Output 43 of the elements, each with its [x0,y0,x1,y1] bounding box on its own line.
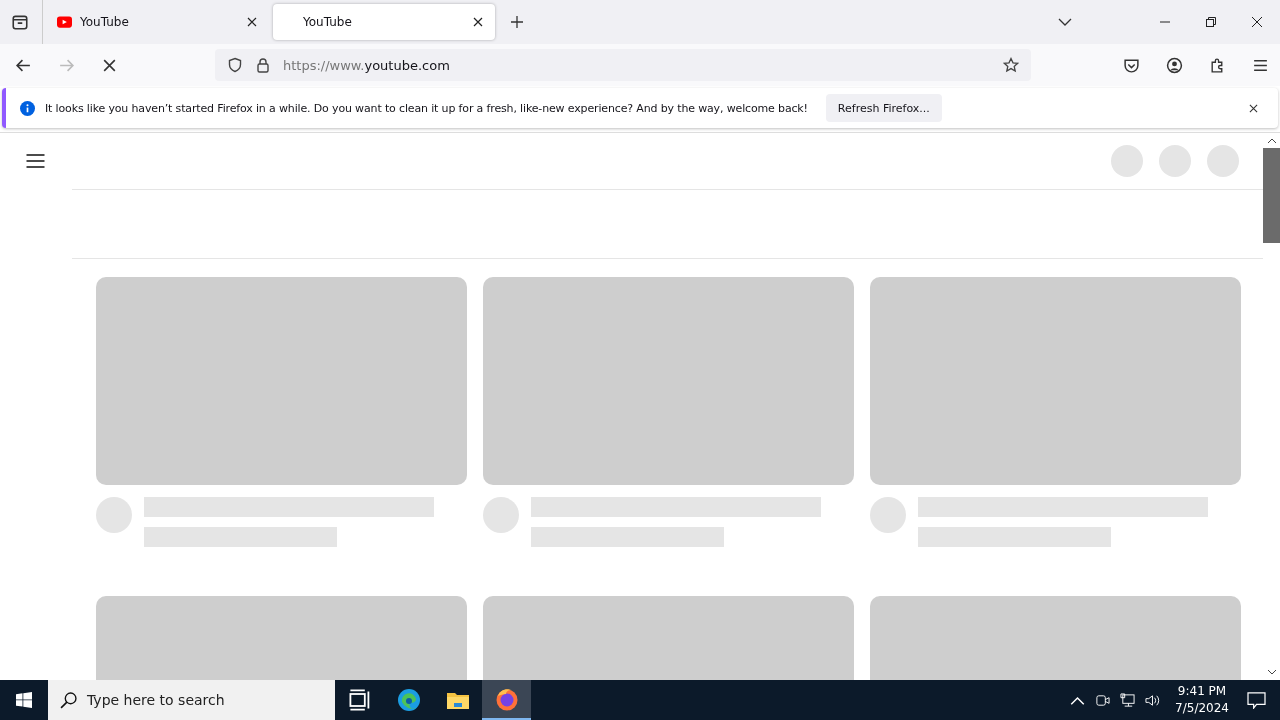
info-icon [20,100,35,116]
start-icon[interactable] [16,692,32,708]
tab-title: YouTube [303,15,353,29]
chevron-down-icon[interactable] [1058,18,1072,26]
placeholder-circle [1207,145,1239,177]
browser-tab[interactable]: YouTube [273,4,495,40]
star-icon[interactable] [1003,57,1019,73]
close-icon[interactable] [473,17,483,27]
new-tab-icon[interactable] [511,16,523,28]
address-bar[interactable]: https://www.youtube.com [215,49,1031,81]
search-icon [60,691,77,709]
volume-icon[interactable] [1145,692,1161,708]
close-icon[interactable] [247,17,257,27]
browser-icon [396,688,421,712]
restore-icon[interactable] [1206,17,1216,27]
notifications-icon[interactable] [1247,691,1266,709]
taskbar-search-field[interactable]: Type here to search [48,680,335,720]
browser-tab[interactable]: YouTube [47,4,269,40]
avatar-placeholder [870,497,906,533]
account-icon[interactable] [1166,56,1183,74]
firefox-icon [494,687,519,711]
tab-list-icon[interactable] [11,13,29,31]
network-icon[interactable] [1120,692,1136,708]
close-icon[interactable] [1249,103,1258,113]
scrollbar-thumb[interactable] [1263,148,1280,243]
task-view-icon [347,688,372,712]
scroll-down-icon[interactable] [1267,670,1276,675]
menu-icon[interactable] [26,154,45,168]
placeholder-circle [1111,145,1143,177]
scroll-up-icon[interactable] [1267,138,1276,143]
avatar-placeholder [96,497,132,533]
lock-icon [255,57,271,73]
pocket-icon[interactable] [1123,56,1140,74]
placeholder-circle [1159,145,1191,177]
taskbar-clock[interactable]: 9:41 PM 7/5/2024 [1175,683,1229,717]
refresh-firefox-button[interactable]: Refresh Firefox... [825,94,942,122]
shield-icon [227,57,243,73]
camera-icon[interactable] [1095,692,1111,708]
close-icon[interactable] [1252,17,1262,27]
avatar-placeholder [483,497,519,533]
tab-title: YouTube [80,15,130,29]
notification-message: It looks like you haven’t started Firefox in a while. Do you want to clean it up for a fresh, like-new experience? And by the way, welcome back! [45,101,808,115]
url-text: https://www.youtube.com [283,57,450,73]
